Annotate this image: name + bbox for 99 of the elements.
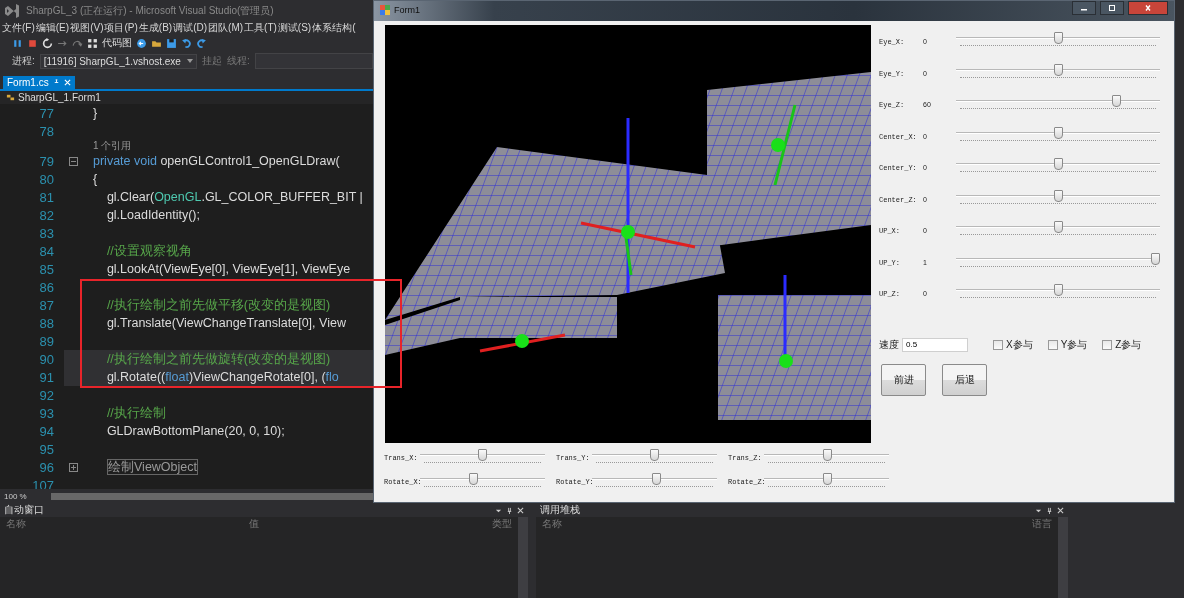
- speed-field[interactable]: 0.5: [902, 337, 968, 352]
- close-icon[interactable]: [517, 506, 524, 514]
- line-number: 80: [38, 171, 54, 187]
- action-button[interactable]: 后退: [942, 363, 987, 396]
- code-line: gl.Clear(OpenGL.GL_COLOR_BUFFER_BIT |: [105, 190, 363, 204]
- line-number: 79: [38, 153, 54, 169]
- redo-icon[interactable]: [196, 37, 207, 49]
- process-dropdown[interactable]: [11916] SharpGL_1.vshost.exe: [39, 53, 197, 69]
- code-line: }: [93, 106, 98, 120]
- stop-icon[interactable]: [27, 37, 38, 49]
- menu-item[interactable]: 调试(D): [173, 20, 208, 35]
- class-icon: [6, 93, 15, 102]
- code-line: private void openGLControl1_OpenGLDraw(: [93, 154, 340, 168]
- line-number: 85: [38, 261, 54, 277]
- checkbox-label[interactable]: Y参与: [1060, 337, 1088, 352]
- menu-item[interactable]: 视图(V): [70, 20, 104, 35]
- vertical-scrollbar[interactable]: [1058, 517, 1068, 598]
- reference-count[interactable]: 1 个引用: [93, 139, 132, 153]
- panel-title: 自动窗口: [4, 503, 45, 517]
- maximize-icon: [1107, 5, 1117, 11]
- checkbox-label[interactable]: Z参与: [1115, 337, 1142, 352]
- pin-icon[interactable]: [1046, 506, 1053, 514]
- line-number: 81: [38, 189, 54, 205]
- checkbox[interactable]: [1047, 339, 1058, 350]
- code-line: GLDrawBottomPlane(20, 0, 10);: [105, 424, 285, 438]
- 3d-scene-drawing[interactable]: [385, 25, 871, 443]
- panel-title: 调用堆栈: [540, 503, 581, 517]
- code-line: {: [93, 172, 98, 186]
- menu-item[interactable]: 编辑(E): [35, 20, 70, 35]
- line-number: 89: [38, 333, 54, 349]
- horizontal-scrollbar[interactable]: [50, 492, 373, 500]
- line-number: 78: [38, 123, 54, 139]
- window-title: SharpGL_3 (正在运行) - Microsoft Visual Studio(管理员): [26, 4, 274, 18]
- line-number: 95: [38, 441, 54, 457]
- line-number: 82: [38, 207, 54, 223]
- column-header[interactable]: 名称: [542, 516, 1032, 531]
- close-icon: [1143, 5, 1153, 11]
- code-line: gl.Translate(ViewChangeTranslate[0], View: [105, 316, 346, 330]
- breadcrumb[interactable]: SharpGL_1.Form1: [18, 92, 101, 103]
- expand-icon[interactable]: [69, 462, 78, 472]
- caret-icon: [186, 59, 193, 63]
- column-header[interactable]: 值: [249, 516, 492, 531]
- line-number: 88: [38, 315, 54, 331]
- pause-icon[interactable]: [12, 37, 23, 49]
- checkbox[interactable]: [1102, 339, 1113, 350]
- close-button[interactable]: [1128, 1, 1168, 15]
- code-line: //设置观察视角: [105, 242, 192, 260]
- line-number: 90: [38, 351, 54, 367]
- action-button[interactable]: 前进: [881, 363, 926, 396]
- menu-item[interactable]: 工具(T): [244, 20, 277, 35]
- vertical-scrollbar[interactable]: [518, 517, 528, 598]
- line-number: 77: [38, 105, 54, 121]
- zoom-level[interactable]: 100 %: [4, 491, 27, 501]
- window-title: Form1: [394, 5, 420, 15]
- menu-item[interactable]: 团队(M): [208, 20, 244, 35]
- checkbox-label[interactable]: X参与: [1006, 337, 1033, 352]
- code-line: gl.LoadIdentity();: [105, 208, 200, 222]
- line-number: 93: [38, 405, 54, 421]
- close-icon[interactable]: [1057, 506, 1064, 514]
- collapse-icon[interactable]: [69, 156, 78, 166]
- process-label: 进程:: [12, 54, 35, 68]
- line-number: 91: [38, 369, 54, 385]
- menu-item[interactable]: 体系结构(: [312, 20, 356, 35]
- line-number: 86: [38, 279, 54, 295]
- line-number: 94: [38, 423, 54, 439]
- undo-icon[interactable]: [181, 37, 192, 49]
- menu-item[interactable]: 测试(S): [277, 20, 312, 35]
- line-number: 87: [38, 297, 54, 313]
- pin-icon[interactable]: [52, 79, 60, 86]
- minimize-button[interactable]: [1072, 1, 1096, 15]
- app-icon: [380, 5, 390, 15]
- column-header[interactable]: 名称: [6, 516, 249, 531]
- save-icon[interactable]: [166, 37, 177, 49]
- vs-logo-icon: [4, 4, 20, 18]
- menu-item[interactable]: 文件(F): [2, 20, 35, 35]
- back-icon[interactable]: [136, 37, 147, 49]
- code-line: gl.LookAt(ViewEye[0], ViewEye[1], ViewEye: [105, 262, 351, 276]
- code-line: //执行绘制之前先做平移(改变的是视图): [105, 296, 331, 314]
- menu-item[interactable]: 生成(B): [138, 20, 173, 35]
- column-header[interactable]: 语言: [1032, 516, 1052, 531]
- line-number: 84: [38, 243, 54, 259]
- code-map-icon[interactable]: [87, 37, 98, 49]
- document-tab[interactable]: Form1.cs: [3, 76, 75, 89]
- code-line: //执行绘制: [105, 404, 166, 422]
- thread-label: 线程:: [226, 54, 250, 68]
- code-line: gl.Rotate((float)ViewChangeRotate[0], (flo: [105, 370, 339, 384]
- speed-label: 速度: [879, 337, 899, 352]
- line-number: 83: [38, 225, 54, 241]
- column-header[interactable]: 类型: [492, 516, 512, 531]
- menu-item[interactable]: 项目(P): [104, 20, 138, 35]
- maximize-button[interactable]: [1100, 1, 1124, 15]
- line-number: 92: [38, 387, 54, 403]
- checkbox[interactable]: [993, 339, 1003, 350]
- line-number: 96: [38, 459, 54, 475]
- pin-icon[interactable]: [506, 506, 513, 514]
- line-number: 107: [31, 477, 54, 489]
- restart-icon[interactable]: [42, 37, 53, 49]
- code-map-button[interactable]: 代码图: [102, 36, 132, 50]
- code-line: //执行绘制之前先做旋转(改变的是视图): [105, 350, 331, 368]
